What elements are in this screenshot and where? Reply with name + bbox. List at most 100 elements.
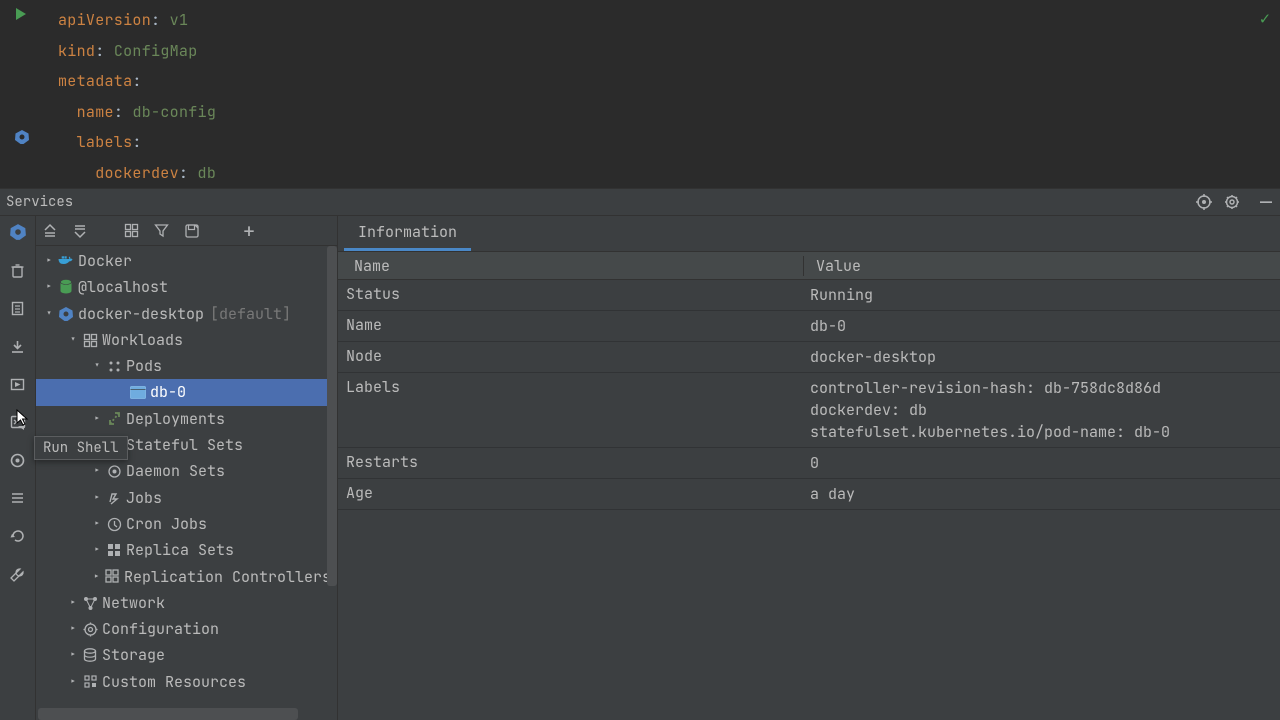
collapse-all-icon[interactable] — [72, 223, 98, 239]
services-title: Services — [6, 193, 1196, 211]
tree-item-suffix: [default] — [210, 301, 291, 327]
save-config-icon[interactable] — [184, 223, 210, 239]
tree-toolbar: + — [36, 216, 337, 246]
info-cell-value: a day — [804, 483, 1280, 505]
tree-item-label: Network — [102, 590, 165, 616]
delete-icon[interactable] — [6, 260, 30, 280]
minimize-icon[interactable]: — — [1252, 197, 1280, 207]
chevron-right-icon[interactable]: ▸ — [42, 274, 56, 300]
tree-item-label: Daemon Sets — [126, 458, 225, 484]
group-icon[interactable] — [124, 223, 150, 238]
tree-item-replica-sets[interactable]: ▸ Replica Sets — [36, 537, 337, 563]
run-gutter-icon[interactable] — [14, 7, 28, 21]
tab-information[interactable]: Information — [344, 216, 471, 251]
chevron-right-icon[interactable]: ▸ — [66, 590, 80, 616]
editor-line[interactable]: dockerdev: db — [58, 158, 1280, 189]
follow-log-icon[interactable] — [6, 374, 30, 394]
chevron-right-icon[interactable]: ▸ — [66, 642, 80, 668]
tree-item-label: Replica Sets — [126, 537, 234, 563]
tree-item-replication-controllers[interactable]: ▸Replication Controllers — [36, 564, 337, 590]
editor-line[interactable]: metadata: — [58, 66, 1280, 97]
jobs-icon — [104, 490, 124, 505]
tree-item-label: Docker — [78, 248, 132, 274]
tree-item-label: db-0 — [150, 379, 186, 405]
info-cell-name: Restarts — [338, 452, 804, 472]
info-cell-name: Name — [338, 315, 804, 335]
tree-item-deployments[interactable]: ▸ Deployments — [36, 406, 337, 432]
tree-item--localhost[interactable]: ▸ @localhost — [36, 274, 337, 300]
tree-horizontal-scrollbar[interactable] — [38, 708, 298, 720]
layers-icon[interactable] — [6, 488, 30, 508]
tree-item-pods[interactable]: ▾Pods — [36, 353, 337, 379]
tree-item-configuration[interactable]: ▸Configuration — [36, 616, 337, 642]
tree-item-custom-resources[interactable]: ▸Custom Resources — [36, 669, 337, 695]
download-log-icon[interactable] — [6, 336, 30, 356]
describe-icon[interactable] — [6, 298, 30, 318]
editor-line[interactable]: labels: — [58, 127, 1280, 158]
info-row-name: Namedb-0 — [338, 311, 1280, 342]
editor-pane: apiVersion: v1kind: ConfigMapmetadata: n… — [0, 0, 1280, 188]
info-cell-name: Status — [338, 284, 804, 304]
info-col-value: Value — [804, 256, 1280, 276]
chevron-down-icon[interactable]: ▾ — [90, 353, 104, 379]
tree-item-cron-jobs[interactable]: ▸ Cron Jobs — [36, 511, 337, 537]
run-shell-tooltip: Run Shell — [34, 436, 128, 460]
chevron-right-icon[interactable]: ▸ — [90, 511, 104, 537]
port-forward-icon[interactable] — [6, 450, 30, 470]
custom-icon — [80, 674, 100, 689]
tree-item-daemon-sets[interactable]: ▸ Daemon Sets — [36, 458, 337, 484]
analysis-ok-icon[interactable]: ✓ — [1260, 8, 1270, 30]
tree-item-jobs[interactable]: ▸Jobs — [36, 485, 337, 511]
tree-item-docker-desktop[interactable]: ▾ docker-desktop[default] — [36, 301, 337, 327]
info-cell-value: controller-revision-hash: db-758dc8d86d … — [804, 377, 1280, 443]
tree-item-label: Cron Jobs — [126, 511, 207, 537]
add-icon[interactable]: + — [236, 224, 262, 238]
chevron-right-icon[interactable]: ▸ — [90, 564, 103, 590]
deployments-icon — [104, 411, 124, 426]
chevron-right-icon[interactable]: ▸ — [42, 248, 56, 274]
info-row-labels: Labelscontroller-revision-hash: db-758dc… — [338, 373, 1280, 448]
information-table: Name Value StatusRunning Namedb-0Nodedock… — [338, 252, 1280, 720]
editor-line[interactable]: name: db-config — [58, 97, 1280, 128]
tree-item-label: Stateful Sets — [126, 432, 243, 458]
editor-content[interactable]: apiVersion: v1kind: ConfigMapmetadata: n… — [0, 0, 1280, 188]
tree-item-label: Deployments — [126, 406, 225, 432]
info-cell-value: Running — [804, 284, 1280, 306]
information-panel: Information Name Value StatusRunningName… — [338, 216, 1280, 720]
editor-line[interactable]: kind: ConfigMap — [58, 36, 1280, 67]
storage-icon — [80, 648, 100, 663]
gear-icon[interactable] — [1224, 194, 1252, 210]
target-icon[interactable] — [1196, 194, 1224, 210]
tree-item-label: docker-desktop — [78, 301, 204, 327]
refresh-icon[interactable] — [6, 526, 30, 546]
info-row-node: Nodedocker-desktop — [338, 342, 1280, 373]
tree-item-storage[interactable]: ▸Storage — [36, 642, 337, 668]
chevron-right-icon[interactable]: ▸ — [90, 458, 104, 484]
chevron-right-icon[interactable]: ▸ — [90, 406, 104, 432]
chevron-right-icon[interactable]: ▸ — [90, 537, 104, 563]
tree-item-label: @localhost — [78, 274, 168, 300]
chevron-right-icon[interactable]: ▸ — [66, 616, 80, 642]
expand-all-icon[interactable] — [42, 223, 68, 239]
tree-item-workloads[interactable]: ▾Workloads — [36, 327, 337, 353]
filter-icon[interactable] — [154, 223, 180, 238]
chevron-right-icon[interactable]: ▸ — [90, 485, 104, 511]
wrench-icon[interactable] — [6, 564, 30, 584]
info-cell-value: docker-desktop — [804, 346, 1280, 368]
chevron-down-icon[interactable]: ▾ — [42, 301, 56, 327]
tree-vertical-scrollbar[interactable] — [327, 246, 337, 586]
run-shell-icon[interactable] — [6, 412, 30, 432]
tree-item-db-0[interactable]: db-0 — [36, 379, 337, 405]
info-col-name: Name — [338, 256, 804, 276]
info-cell-value: 0 — [804, 452, 1280, 474]
services-vertical-toolbar: Run Shell — [0, 216, 36, 720]
tree-item-network[interactable]: ▸ Network — [36, 590, 337, 616]
replication-icon — [103, 569, 122, 584]
chevron-right-icon[interactable]: ▸ — [66, 669, 80, 695]
editor-line[interactable]: apiVersion: v1 — [58, 5, 1280, 36]
chevron-down-icon[interactable]: ▾ — [66, 327, 80, 353]
kubernetes-toolbar-icon[interactable] — [6, 222, 30, 242]
kubernetes-gutter-icon[interactable] — [14, 129, 30, 145]
services-tree[interactable]: ▸Docker▸@localhost▾docker-desktop[defaul… — [36, 246, 337, 695]
tree-item-docker[interactable]: ▸ Docker — [36, 248, 337, 274]
